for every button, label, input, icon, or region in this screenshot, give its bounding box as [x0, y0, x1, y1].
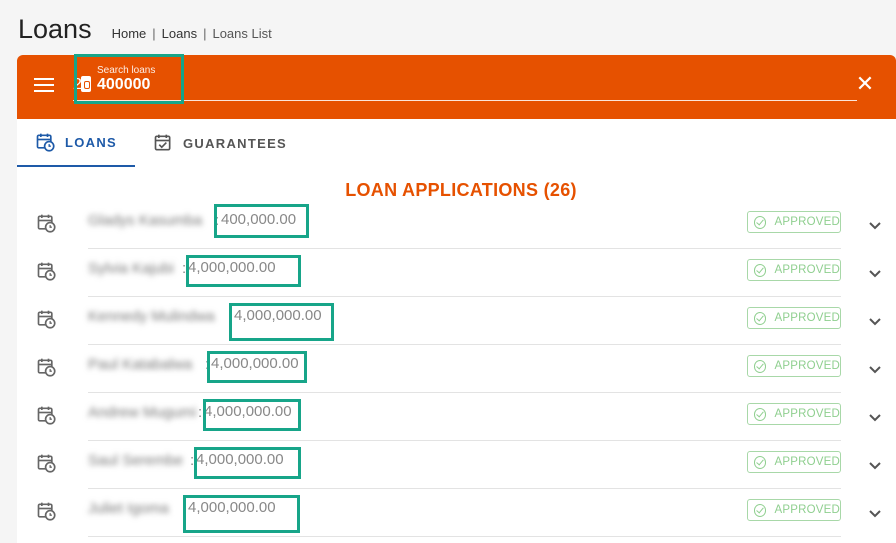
breadcrumb-loans[interactable]: Loans — [162, 26, 197, 41]
status-badge: APPROVED — [747, 259, 841, 281]
status-badge: APPROVED — [747, 499, 841, 521]
borrower-name: Andrew Mugumi — [88, 404, 197, 421]
page-title: Loans — [18, 14, 92, 44]
check-circle-icon — [754, 263, 767, 277]
section-heading: LOAN APPLICATIONS (26) — [345, 180, 577, 200]
calendar-clock-icon — [36, 133, 55, 152]
amount-highlight-box — [183, 495, 300, 533]
borrower-name: Sylvia Kajubi — [88, 260, 174, 277]
status-label: APPROVED — [774, 360, 840, 372]
loan-row[interactable]: Paul Katabalwa : 4,000,000.00 APPROVED — [17, 345, 896, 393]
calendar-clock-icon — [37, 406, 56, 425]
chevron-down-icon[interactable] — [868, 315, 882, 329]
amount-highlight-box — [203, 399, 301, 431]
search-highlight-box — [74, 54, 184, 104]
chevron-down-icon[interactable] — [868, 507, 882, 521]
tab-guarantees-label: GUARANTEES — [183, 135, 288, 151]
loan-list: Gladys Kasumba : 400,000.00 APPROVED Syl… — [17, 201, 896, 537]
status-label: APPROVED — [774, 504, 840, 516]
tab-loans-label: LOANS — [65, 134, 117, 150]
check-circle-icon — [754, 359, 767, 373]
amount-highlight-box — [194, 447, 301, 479]
tab-guarantees[interactable]: GUARANTEES — [135, 119, 305, 167]
chevron-down-icon[interactable] — [868, 411, 882, 425]
close-icon[interactable]: ✕ — [854, 73, 876, 95]
borrower-name: Gladys Kasumba — [88, 212, 203, 229]
borrower-name: Paul Katabalwa — [88, 356, 193, 373]
amount-highlight-box — [186, 255, 301, 287]
calendar-clock-icon — [37, 454, 56, 473]
loan-row[interactable]: Andrew Mugumi : 4,000,000.00 APPROVED — [17, 393, 896, 441]
status-badge: APPROVED — [747, 211, 841, 233]
loan-row[interactable]: Gladys Kasumba : 400,000.00 APPROVED — [17, 201, 896, 249]
status-badge: APPROVED — [747, 355, 841, 377]
chevron-down-icon[interactable] — [868, 363, 882, 377]
status-label: APPROVED — [774, 456, 840, 468]
borrower-name: Juliet Igoma — [88, 500, 169, 517]
menu-icon[interactable] — [34, 78, 54, 94]
calendar-clock-icon — [37, 262, 56, 281]
status-badge: APPROVED — [747, 307, 841, 329]
tab-loans[interactable]: LOANS — [17, 119, 135, 167]
calendar-clock-icon — [37, 310, 56, 329]
calendar-clock-icon — [37, 502, 56, 521]
chevron-down-icon[interactable] — [868, 219, 882, 233]
status-badge: APPROVED — [747, 451, 841, 473]
amount-highlight-box — [229, 303, 334, 341]
loan-row[interactable]: Kennedy Mulindwa : 4,000,000.00 APPROVED — [17, 297, 896, 345]
search-field[interactable]: 2 Search loans — [73, 65, 857, 101]
amount-highlight-box — [214, 204, 309, 238]
tabs: LOANS GUARANTEES — [17, 119, 305, 167]
loan-row[interactable]: Sylvia Kajubi : 4,000,000.00 APPROVED — [17, 249, 896, 297]
status-badge: APPROVED — [747, 403, 841, 425]
breadcrumb: Home | Loans | Loans List — [112, 26, 272, 41]
breadcrumb-separator: | — [203, 26, 207, 41]
content-card: LOANS GUARANTEES LOAN APPLICATIONS (26) — [17, 119, 896, 543]
chevron-down-icon[interactable] — [868, 459, 882, 473]
status-label: APPROVED — [774, 216, 840, 228]
breadcrumb-home[interactable]: Home — [112, 26, 147, 41]
check-circle-icon — [754, 503, 767, 517]
breadcrumb-loans-list: Loans List — [212, 26, 272, 41]
chevron-down-icon[interactable] — [868, 267, 882, 281]
name-amount-separator: : — [198, 404, 203, 421]
borrower-name: Kennedy Mulindwa — [88, 308, 215, 325]
row-divider — [88, 536, 841, 537]
check-circle-icon — [754, 407, 767, 421]
calendar-clock-icon — [37, 214, 56, 233]
borrower-name: Saul Serembe — [88, 452, 184, 469]
check-circle-icon — [754, 311, 767, 325]
calendar-check-icon — [154, 134, 171, 151]
calendar-clock-icon — [37, 358, 56, 377]
status-label: APPROVED — [774, 312, 840, 324]
loan-row[interactable]: Saul Serembe : 4,000,000.00 APPROVED — [17, 441, 896, 489]
check-circle-icon — [754, 215, 767, 229]
check-circle-icon — [754, 455, 767, 469]
loan-row[interactable]: Juliet Igoma : 4,000,000.00 APPROVED — [17, 489, 896, 537]
amount-highlight-box — [207, 351, 307, 383]
page-header: Loans Home | Loans | Loans List — [18, 14, 272, 45]
status-label: APPROVED — [774, 264, 840, 276]
status-label: APPROVED — [774, 408, 840, 420]
search-input[interactable] — [97, 73, 797, 97]
breadcrumb-separator: | — [152, 26, 156, 41]
